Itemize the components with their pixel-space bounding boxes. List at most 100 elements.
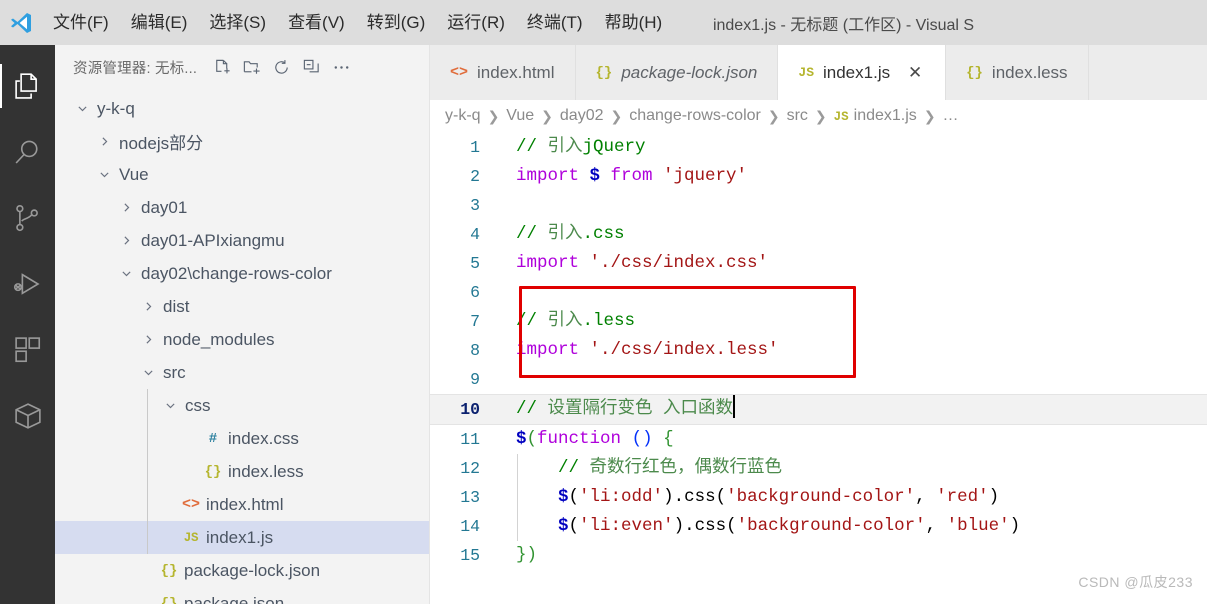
menu-select[interactable]: 选择(S) — [198, 8, 277, 38]
breadcrumb-item-src[interactable]: src — [786, 107, 809, 125]
breadcrumb-item-y-k-q[interactable]: y-k-q — [444, 107, 482, 125]
tree-item-index-html[interactable]: <> index.html — [55, 488, 429, 521]
tree-item-index-css[interactable]: # index.css — [55, 422, 429, 455]
chevron-right-icon[interactable] — [117, 234, 135, 247]
tree-item-label: package-lock.json — [184, 560, 321, 580]
activity-package-box-icon[interactable] — [0, 383, 55, 449]
code-content[interactable]: 1// 引入jQuery 2 import $ from 'jquery' 3 4// … — [430, 132, 1207, 570]
code-line[interactable]: 15}) — [430, 541, 1207, 570]
code-line[interactable]: 3 — [430, 191, 1207, 220]
code-line[interactable]: 1 // 引入jQuery — [430, 133, 1207, 162]
code-text: // 奇数行红色，偶数行蓝色 — [492, 454, 782, 483]
menu-help[interactable]: 帮助(H) — [594, 8, 674, 38]
chevron-down-icon[interactable] — [73, 102, 91, 115]
token-plain: ( — [568, 487, 580, 507]
refresh-icon[interactable] — [267, 54, 295, 82]
menu-run[interactable]: 运行(R) — [436, 8, 516, 38]
tab-index-html[interactable]: <> index.html — [430, 45, 576, 100]
tab-package-lock-json[interactable]: {} package-lock.json — [576, 45, 779, 100]
activity-files-explorer-icon[interactable] — [0, 53, 55, 119]
chevron-right-icon: ❯ — [487, 107, 500, 124]
tree-item-dist[interactable]: dist — [55, 290, 429, 323]
collapse-all-icon[interactable] — [297, 54, 325, 82]
tab-index1-js[interactable]: JS index1.js ✕ — [778, 45, 947, 100]
breadcrumb[interactable]: y-k-q ❯ Vue ❯ day02 ❯ change-rows-color ❯ src ❯ JS… — [430, 100, 1207, 132]
chevron-right-icon[interactable] — [117, 201, 135, 214]
menu-file[interactable]: 文件(F) — [42, 8, 120, 38]
breadcrumb-item-change-rows-color[interactable]: change-rows-color — [628, 107, 762, 125]
line-number: 3 — [470, 196, 480, 215]
new-file-icon[interactable] — [207, 54, 235, 82]
file-tree[interactable]: y-k-q nodejs部分 Vue day01 day01-APIxiangmu day… — [55, 90, 429, 604]
tree-item-node_modules[interactable]: node_modules — [55, 323, 429, 356]
token-comment-cn: 引入 — [547, 137, 583, 157]
more-actions-icon[interactable] — [327, 54, 355, 82]
code-line[interactable]: 11 $(function () { — [430, 425, 1207, 454]
token-comment: // — [516, 224, 548, 244]
token-string: 'background-color' — [736, 516, 926, 536]
html-file-icon: <> — [450, 64, 469, 81]
chevron-down-icon[interactable] — [161, 399, 179, 412]
breadcrumb-item-vue[interactable]: Vue — [505, 107, 535, 125]
tree-item-day01-apixiangmu[interactable]: day01-APIxiangmu — [55, 224, 429, 257]
tab-index-less[interactable]: {} index.less — [946, 45, 1089, 100]
editor-tab-bar[interactable]: <> index.html {} package-lock.json JS index1.… — [430, 45, 1207, 100]
code-line[interactable]: 4 // 引入.css — [430, 220, 1207, 249]
activity-run-and-debug-icon[interactable] — [0, 251, 55, 317]
code-line[interactable]: 5 import './css/index.css' — [430, 249, 1207, 278]
code-line[interactable]: 2 import $ from 'jquery' — [430, 162, 1207, 191]
activity-extensions-icon[interactable] — [0, 317, 55, 383]
menu-go[interactable]: 转到(G) — [356, 8, 437, 38]
tree-item-index-less[interactable]: {} index.less — [55, 455, 429, 488]
new-folder-icon[interactable] — [237, 54, 265, 82]
tree-item-index1-js[interactable]: JS index1.js — [55, 521, 429, 554]
tree-item-y-k-q[interactable]: y-k-q — [55, 92, 429, 125]
tree-item-day01[interactable]: day01 — [55, 191, 429, 224]
breadcrumb-item-index1-js[interactable]: JS index1.js — [833, 107, 918, 125]
breadcrumb-item-day02[interactable]: day02 — [559, 107, 605, 125]
tree-item-package-lock-json[interactable]: {} package-lock.json — [55, 554, 429, 587]
chevron-down-icon[interactable] — [139, 366, 157, 379]
css-file-icon: # — [208, 430, 218, 447]
code-line[interactable]: 13 $('li:odd').css('background-color', '… — [430, 483, 1207, 512]
chevron-down-icon[interactable] — [117, 267, 135, 280]
code-line[interactable]: 7 // 引入.less — [430, 307, 1207, 336]
tree-item-day02-change-rows-color[interactable]: day02\change-rows-color — [55, 257, 429, 290]
code-line[interactable]: 8 import './css/index.less' — [430, 336, 1207, 365]
tree-item-vue[interactable]: Vue — [55, 158, 429, 191]
activity-source-control-icon[interactable] — [0, 185, 55, 251]
json-file-icon: {} — [595, 64, 613, 81]
token-comment: .css — [582, 224, 625, 244]
menu-terminal[interactable]: 终端(T) — [516, 8, 594, 38]
close-icon[interactable]: ✕ — [905, 63, 925, 83]
chevron-right-icon[interactable] — [95, 135, 113, 148]
menu-view[interactable]: 查看(V) — [277, 8, 356, 38]
activity-search-icon[interactable] — [0, 119, 55, 185]
tree-item-css[interactable]: css — [55, 389, 429, 422]
code-line[interactable]: 12 // 奇数行红色，偶数行蓝色 — [430, 454, 1207, 483]
code-text: $(function () { — [492, 425, 674, 454]
code-line[interactable]: 9 — [430, 365, 1207, 394]
tree-item-label: css — [185, 395, 211, 415]
code-line[interactable]: 10 // 设置隔行变色 入口函数 — [430, 394, 1207, 425]
tree-item-label: day01 — [141, 197, 188, 217]
code-line[interactable]: 6 — [430, 278, 1207, 307]
tree-item-package-json[interactable]: {} package.json — [55, 587, 429, 604]
token-string: './css/index.less' — [589, 340, 779, 360]
chevron-down-icon[interactable] — [95, 168, 113, 181]
code-line[interactable]: 14 $('li:even').css('background-color', … — [430, 512, 1207, 541]
tree-item-src[interactable]: src — [55, 356, 429, 389]
tree-item-label: Vue — [119, 164, 149, 184]
tree-item-nodejs部分[interactable]: nodejs部分 — [55, 125, 429, 158]
code-text: import './css/index.less' — [492, 336, 779, 365]
breadcrumb-item--[interactable]: … — [942, 107, 960, 125]
indent-guide — [517, 483, 518, 512]
chevron-right-icon[interactable] — [139, 300, 157, 313]
menu-edit[interactable]: 编辑(E) — [120, 8, 199, 38]
chevron-right-icon[interactable] — [139, 333, 157, 346]
code-text: import $ from 'jquery' — [492, 162, 747, 191]
line-number: 10 — [460, 400, 480, 419]
token-plain: ) — [1009, 516, 1021, 536]
